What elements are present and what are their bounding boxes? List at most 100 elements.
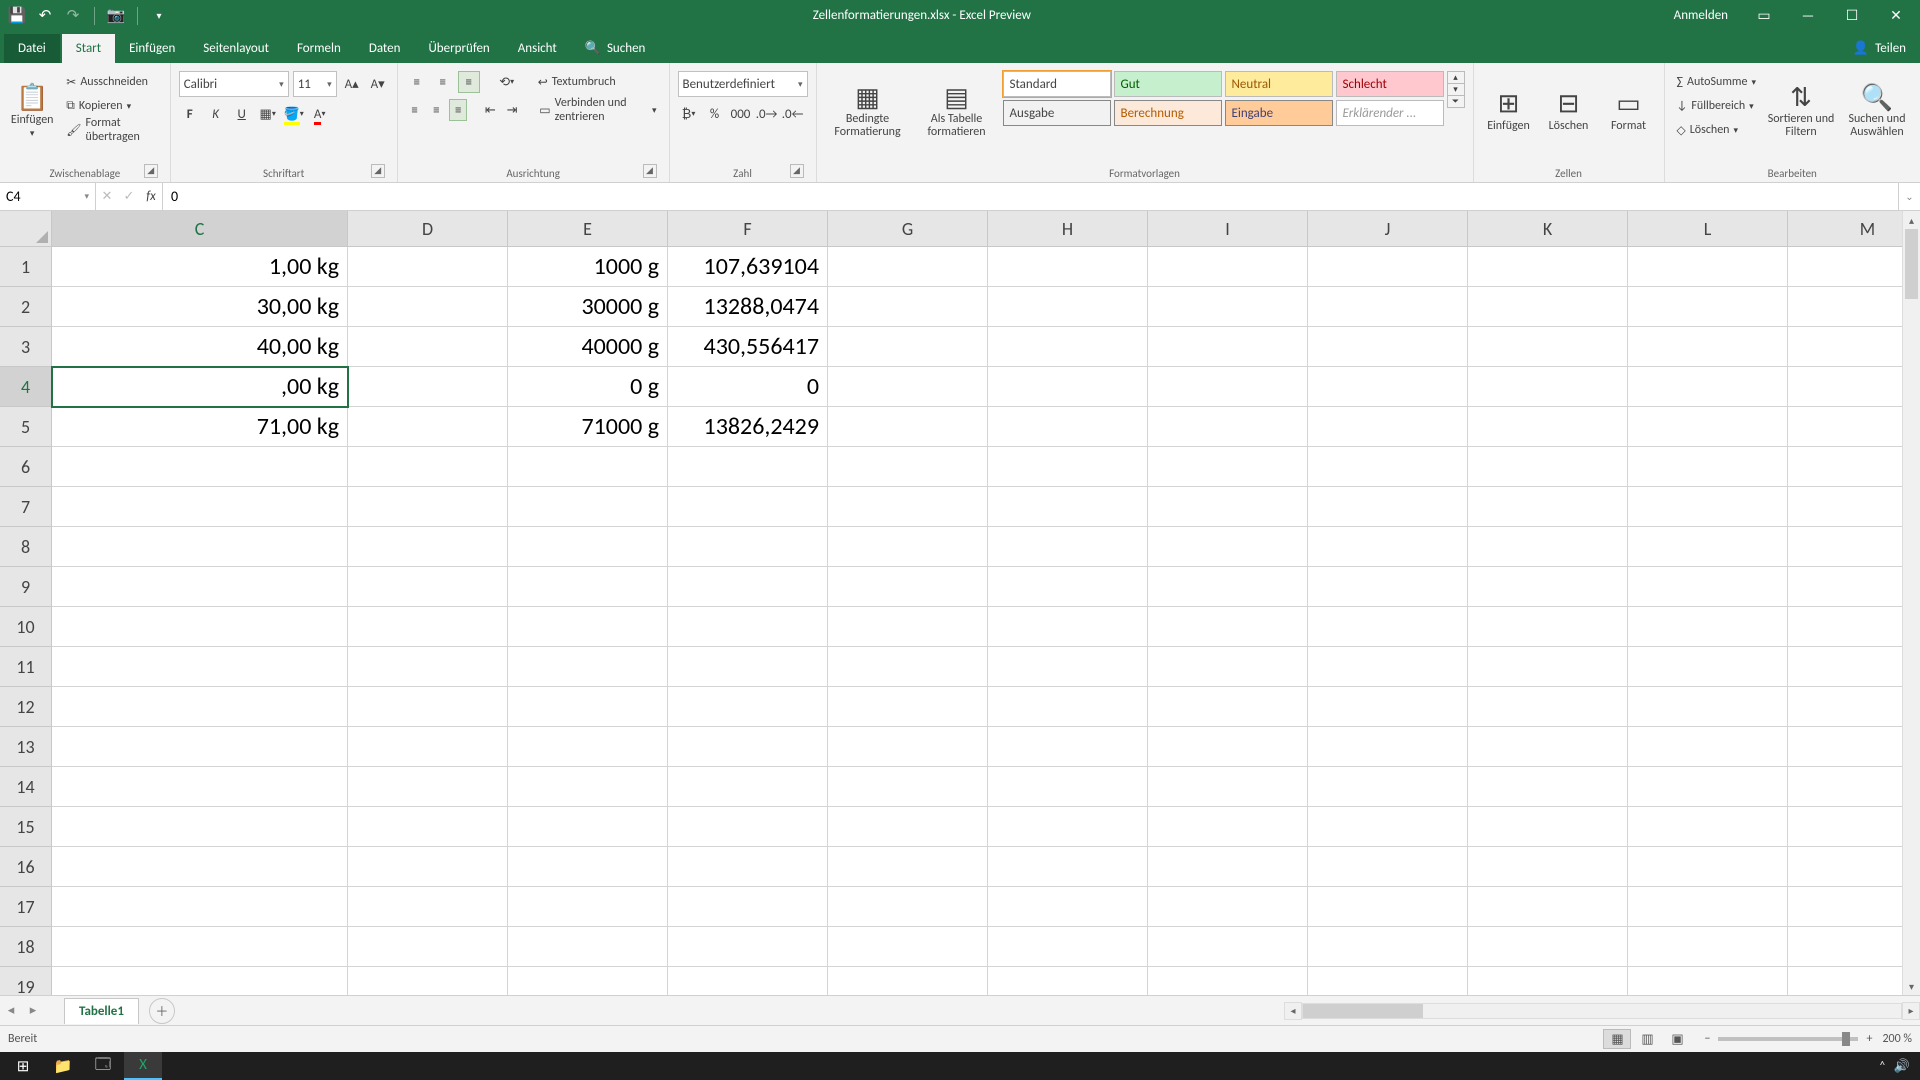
col-header-D[interactable]: D: [348, 211, 508, 247]
cell[interactable]: [52, 567, 348, 607]
save-icon[interactable]: 💾: [6, 5, 28, 27]
cell[interactable]: [1628, 447, 1788, 487]
cell[interactable]: [1628, 407, 1788, 447]
close-icon[interactable]: ✕: [1876, 0, 1916, 31]
redo-icon[interactable]: ↷: [62, 5, 84, 27]
cell[interactable]: [1308, 567, 1468, 607]
cell[interactable]: [1788, 527, 1920, 567]
cell[interactable]: [988, 727, 1148, 767]
cell[interactable]: [348, 367, 508, 407]
col-header-K[interactable]: K: [1468, 211, 1628, 247]
cell[interactable]: [348, 647, 508, 687]
bold-icon[interactable]: F: [179, 103, 201, 125]
cell[interactable]: [988, 927, 1148, 967]
cell[interactable]: [1148, 687, 1308, 727]
cell[interactable]: [1628, 807, 1788, 847]
cell[interactable]: [1148, 487, 1308, 527]
cell[interactable]: [828, 367, 988, 407]
autosum-button[interactable]: ∑AutoSumme▾: [1673, 71, 1760, 93]
cell[interactable]: [52, 887, 348, 927]
cell[interactable]: [508, 807, 668, 847]
col-header-F[interactable]: F: [668, 211, 828, 247]
dialog-launcher-icon[interactable]: ◢: [144, 164, 158, 178]
cell[interactable]: [1468, 927, 1628, 967]
cell[interactable]: [508, 887, 668, 927]
style-erklaerender[interactable]: Erklärender ...: [1336, 100, 1444, 126]
cell[interactable]: [508, 727, 668, 767]
cell[interactable]: [988, 567, 1148, 607]
cell[interactable]: 40,00 kg: [52, 327, 348, 367]
col-header-I[interactable]: I: [1148, 211, 1308, 247]
cell[interactable]: [988, 767, 1148, 807]
cell[interactable]: [348, 487, 508, 527]
cell[interactable]: [828, 927, 988, 967]
cell[interactable]: [1468, 487, 1628, 527]
col-header-E[interactable]: E: [508, 211, 668, 247]
name-box[interactable]: C4▾: [0, 183, 96, 210]
cell[interactable]: [1468, 767, 1628, 807]
col-header-G[interactable]: G: [828, 211, 988, 247]
cell[interactable]: [1468, 887, 1628, 927]
undo-icon[interactable]: ↶: [34, 5, 56, 27]
tab-seitenlayout[interactable]: Seitenlayout: [189, 34, 283, 63]
row-header[interactable]: 15: [0, 807, 52, 847]
cell[interactable]: [1468, 567, 1628, 607]
cell[interactable]: [1148, 567, 1308, 607]
cell[interactable]: [988, 647, 1148, 687]
cell[interactable]: 71,00 kg: [52, 407, 348, 447]
merge-center-button[interactable]: ▭Verbinden und zentrieren▾: [535, 99, 660, 121]
cell[interactable]: [1308, 847, 1468, 887]
scroll-right-icon[interactable]: ▸: [1902, 1002, 1920, 1020]
cell[interactable]: [668, 767, 828, 807]
tab-file[interactable]: Datei: [4, 34, 60, 63]
cell[interactable]: [1308, 687, 1468, 727]
share-button[interactable]: 👤Teilen: [1839, 34, 1920, 63]
cell[interactable]: [1788, 927, 1920, 967]
system-tray[interactable]: ˄ 🔊: [1879, 1059, 1916, 1074]
decrease-font-icon[interactable]: A▾: [367, 73, 389, 95]
cell[interactable]: [1628, 767, 1788, 807]
number-format-combo[interactable]: Benutzerdefiniert▾: [678, 71, 808, 97]
cell[interactable]: [1788, 327, 1920, 367]
cell[interactable]: [1628, 607, 1788, 647]
sort-filter-button[interactable]: ⇅Sortieren und Filtern: [1766, 67, 1836, 155]
cell[interactable]: [1788, 847, 1920, 887]
style-ausgabe[interactable]: Ausgabe: [1003, 100, 1111, 126]
cell[interactable]: [1468, 847, 1628, 887]
row-header[interactable]: 8: [0, 527, 52, 567]
cell[interactable]: [508, 487, 668, 527]
cell[interactable]: [828, 487, 988, 527]
cell[interactable]: [988, 887, 1148, 927]
fill-color-icon[interactable]: 🪣▾: [283, 103, 305, 125]
cell[interactable]: [508, 607, 668, 647]
cell[interactable]: [52, 727, 348, 767]
col-header-L[interactable]: L: [1628, 211, 1788, 247]
format-cells-button[interactable]: ▭Format: [1602, 67, 1656, 155]
cell[interactable]: [1628, 967, 1788, 995]
cell[interactable]: [828, 607, 988, 647]
row-header[interactable]: 6: [0, 447, 52, 487]
cell[interactable]: 0 g: [508, 367, 668, 407]
row-header[interactable]: 9: [0, 567, 52, 607]
minimize-icon[interactable]: —: [1788, 0, 1828, 31]
decrease-decimal-icon[interactable]: .0←: [782, 103, 804, 125]
cell[interactable]: [348, 527, 508, 567]
expand-formula-icon[interactable]: ⌄: [1898, 183, 1920, 210]
cell[interactable]: [1628, 927, 1788, 967]
style-gallery-scroll[interactable]: ▴▾⏷: [1447, 71, 1465, 108]
cell[interactable]: [1148, 647, 1308, 687]
delete-cells-button[interactable]: ⊟Löschen: [1542, 67, 1596, 155]
currency-icon[interactable]: ₿▾: [678, 103, 700, 125]
tab-search[interactable]: 🔍Suchen: [571, 34, 660, 63]
cell[interactable]: [348, 607, 508, 647]
signin-link[interactable]: Anmelden: [1674, 8, 1728, 23]
align-center-icon[interactable]: ≡: [427, 99, 445, 121]
row-header[interactable]: 16: [0, 847, 52, 887]
cell[interactable]: [1308, 967, 1468, 995]
cell[interactable]: [988, 527, 1148, 567]
cell[interactable]: [1628, 567, 1788, 607]
fx-icon[interactable]: fx: [140, 186, 162, 208]
cell[interactable]: [988, 327, 1148, 367]
format-painter-button[interactable]: 🖌Format übertragen: [62, 119, 161, 141]
cell[interactable]: 107,639104: [668, 247, 828, 287]
